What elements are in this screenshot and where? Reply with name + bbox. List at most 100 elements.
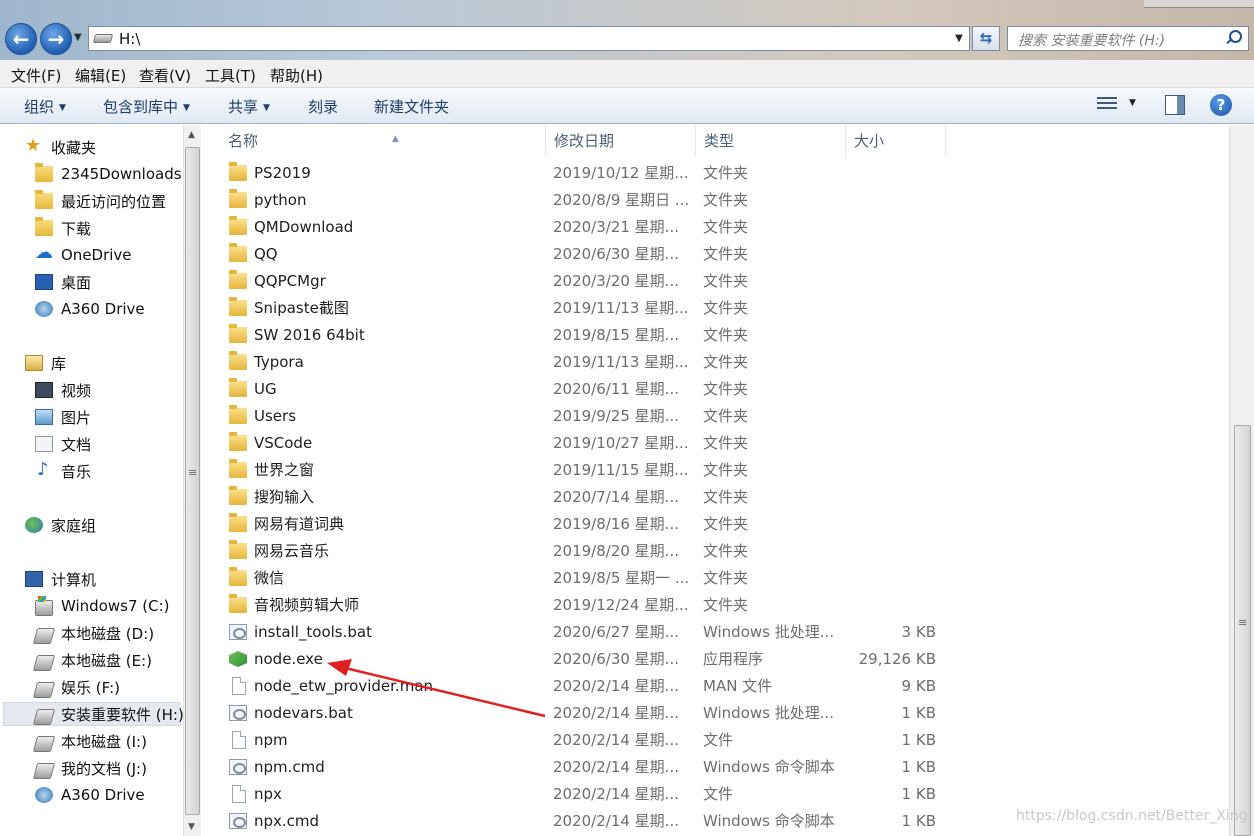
file-row[interactable]: QQPCMgr 2020/3/20 星期... 文件夹 [205,268,1229,295]
arrow-right-icon: → [47,27,65,51]
nav-item-desktop[interactable]: 桌面 [35,270,91,294]
file-date: 2020/8/9 星期日 ... [553,191,690,209]
drive-icon [32,627,56,644]
file-size [853,295,936,322]
preview-pane-icon[interactable] [1165,95,1185,115]
menu-file[interactable]: 文件(F) [11,65,61,86]
file-row[interactable]: Snipaste截图 2019/11/13 星期... 文件夹 [205,295,1229,322]
folder-icon [229,270,247,289]
file-row[interactable]: npm 2020/2/14 星期... 文件 1 KB [205,727,1229,754]
file-size: 1 KB [901,758,936,776]
file-row[interactable]: 网易云音乐 2019/8/20 星期... 文件夹 [205,538,1229,565]
search-icon[interactable] [1224,29,1242,48]
nav-homegroup[interactable]: 家庭组 [25,513,96,537]
file-type: 文件夹 [703,569,749,587]
file-row[interactable]: Users 2019/9/25 星期... 文件夹 [205,403,1229,430]
folder-icon [229,216,247,235]
nav-item-2345downloads[interactable]: 2345Downloads [35,162,182,186]
file-date: 2020/6/27 星期... [553,623,679,641]
nav-item-drive-i[interactable]: 本地磁盘 (I:) [32,729,147,753]
nav-item-recent-places[interactable]: 最近访问的位置 [35,189,166,213]
nav-favorites[interactable]: 收藏夹 [25,135,96,159]
file-row[interactable]: 微信 2019/8/5 星期一 ... 文件夹 [205,565,1229,592]
nav-item-documents[interactable]: 文档 [35,432,91,456]
view-dropdown[interactable]: ▼ [1129,98,1136,108]
file-row[interactable]: node_etw_provider.man 2020/2/14 星期... MAN … [205,673,1229,700]
column-type[interactable]: 类型 [696,125,846,157]
menu-tools[interactable]: 工具(T) [205,65,256,86]
file-type: 文件夹 [703,353,749,371]
nav-item-pictures[interactable]: 图片 [35,405,91,429]
file-row[interactable]: QMDownload 2020/3/21 星期... 文件夹 [205,214,1229,241]
file-row[interactable]: 搜狗输入 2020/7/14 星期... 文件夹 [205,484,1229,511]
nav-item-drive-j[interactable]: 我的文档 (J:) [32,756,147,780]
scroll-down-icon[interactable]: ▼ [188,822,195,832]
refresh-button[interactable]: ⇆ [972,26,1000,51]
column-name[interactable]: 名称 ▲ [220,125,546,157]
nav-item-drive-f[interactable]: 娱乐 (F:) [32,675,120,699]
folder-icon [229,243,247,262]
file-row[interactable]: node.exe 2020/6/30 星期... 应用程序 29,126 KB [205,646,1229,673]
nav-label: 视频 [61,381,92,400]
file-date: 2019/9/25 星期... [553,407,679,425]
nodejs-app-icon [229,651,247,667]
menu-help[interactable]: 帮助(H) [270,65,323,86]
nav-item-drive-e[interactable]: 本地磁盘 (E:) [32,648,152,672]
nav-item-drive-h[interactable]: 安装重要软件 (H:) [3,702,184,726]
address-dropdown-button[interactable]: ▼ [951,29,967,48]
new-folder-button[interactable]: 新建文件夹 [374,96,449,117]
nav-item-a360-drive[interactable]: A360 Drive [35,297,145,321]
address-path[interactable]: H:\ [119,30,140,48]
file-row[interactable]: QQ 2020/6/30 星期... 文件夹 [205,241,1229,268]
file-row[interactable]: PS2019 2019/10/12 星期... 文件夹 [205,160,1229,187]
address-bar[interactable]: H:\ ▼ [88,26,970,51]
nav-item-downloads[interactable]: 下载 [35,216,91,240]
file-row[interactable]: UG 2020/6/11 星期... 文件夹 [205,376,1229,403]
nav-item-music[interactable]: 音乐 [35,459,91,483]
window-controls[interactable] [1144,0,1254,8]
nav-libraries[interactable]: 库 [25,351,66,375]
file-row[interactable]: 音视频剪辑大师 2019/12/24 星期... 文件夹 [205,592,1229,619]
file-date: 2019/11/15 星期... [553,461,689,479]
file-row[interactable]: npm.cmd 2020/2/14 星期... Windows 命令脚本 1 KB [205,754,1229,781]
nav-label: 本地磁盘 (D:) [61,624,155,643]
scroll-up-icon[interactable]: ▲ [188,130,195,140]
file-row[interactable]: install_tools.bat 2020/6/27 星期... Windows … [205,619,1229,646]
nav-item-videos[interactable]: 视频 [35,378,91,402]
file-list-scrollbar[interactable] [1229,125,1254,836]
burn-button[interactable]: 刻录 [308,96,338,117]
include-in-library-button[interactable]: 包含到库中 ▼ [103,96,190,117]
nav-item-a360-drive-computer[interactable]: A360 Drive [35,783,145,807]
forward-button[interactable]: → [40,23,72,55]
file-row[interactable]: VSCode 2019/10/27 星期... 文件夹 [205,430,1229,457]
file-row[interactable]: nodevars.bat 2020/2/14 星期... Windows 批处理..… [205,700,1229,727]
recent-pages-dropdown[interactable]: ▼ [74,32,82,43]
column-size[interactable]: 大小 [846,125,946,157]
menu-view[interactable]: 查看(V) [139,65,191,86]
view-options-icon[interactable] [1097,97,1117,113]
file-row[interactable]: 世界之窗 2019/11/15 星期... 文件夹 [205,457,1229,484]
nav-label: A360 Drive [61,300,145,318]
file-row[interactable]: 网易有道词典 2019/8/16 星期... 文件夹 [205,511,1229,538]
file-size: 3 KB [901,623,936,641]
organize-button[interactable]: 组织 ▼ [24,96,66,117]
nav-item-drive-c[interactable]: Windows7 (C:) [35,594,170,618]
back-button[interactable]: ← [5,23,37,55]
nav-item-onedrive[interactable]: OneDrive [35,242,132,267]
file-name: 音视频剪辑大师 [254,596,360,614]
column-date[interactable]: 修改日期 [546,125,696,157]
share-button[interactable]: 共享 ▼ [228,96,270,117]
file-row[interactable]: SW 2016 64bit 2019/8/15 星期... 文件夹 [205,322,1229,349]
file-row[interactable]: python 2020/8/9 星期日 ... 文件夹 [205,187,1229,214]
navigation-scrollbar[interactable]: ▲ ▼ [183,125,201,836]
file-row[interactable]: Typora 2019/11/13 星期... 文件夹 [205,349,1229,376]
file-row[interactable]: npx 2020/2/14 星期... 文件 1 KB [205,781,1229,808]
menu-edit[interactable]: 编辑(E) [75,65,126,86]
search-input[interactable]: 搜索 安装重要软件 (H:) [1007,26,1249,51]
nav-computer[interactable]: 计算机 [25,567,96,591]
help-icon[interactable]: ? [1210,94,1232,116]
scrollbar-thumb[interactable] [1234,425,1251,836]
nav-item-drive-d[interactable]: 本地磁盘 (D:) [32,621,155,645]
scrollbar-thumb[interactable] [185,147,200,815]
file-size [853,430,936,457]
